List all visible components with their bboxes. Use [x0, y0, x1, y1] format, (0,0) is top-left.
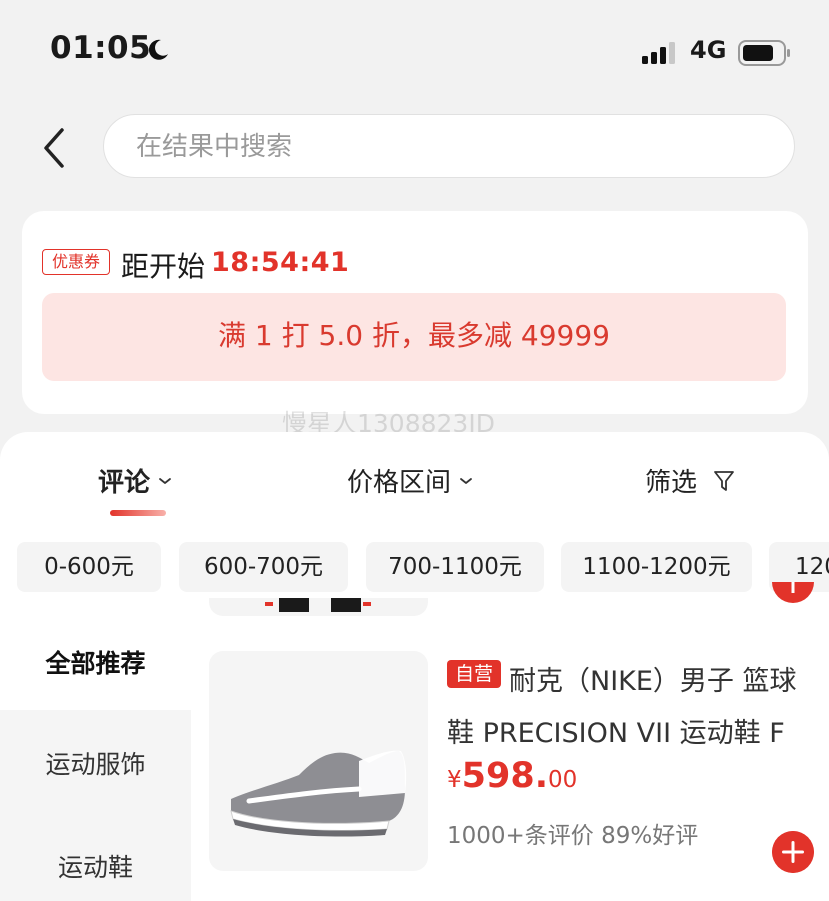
back-arrow-icon[interactable] [38, 124, 72, 172]
add-to-cart-icon[interactable] [772, 831, 814, 873]
product-price: ¥598.00 [447, 756, 577, 796]
self-operated-badge: 自营 [447, 660, 501, 688]
product-title[interactable]: 耐克（NIKE）男子 篮球鞋 PRECISION VII 运动鞋 F [447, 656, 809, 760]
price-integer: 598. [461, 756, 548, 796]
active-tab-indicator [110, 510, 166, 516]
moon-icon [148, 39, 168, 60]
price-chip[interactable]: 600-700元 [179, 542, 348, 592]
search-box[interactable] [103, 114, 795, 178]
price-symbol: ¥ [447, 767, 462, 793]
coupon-card: 优惠券 距开始 18:54:41 满 1 打 5.0 折，最多减 49999 [22, 211, 808, 414]
category-item-all[interactable]: 全部推荐 [0, 644, 191, 680]
category-item-apparel[interactable]: 运动服饰 [0, 745, 191, 781]
price-chip[interactable]: 0-600元 [17, 542, 161, 592]
tab-sort-reviews[interactable]: 评论 [98, 462, 172, 499]
filter-funnel-icon [714, 470, 734, 491]
price-chip[interactable]: 700-1100元 [366, 542, 544, 592]
network-type: 4G [690, 36, 727, 64]
tab-filter[interactable]: 筛选 [645, 462, 735, 499]
status-time: 01:05 [50, 30, 152, 66]
add-to-cart-icon[interactable] [772, 582, 814, 618]
shoe-image [230, 750, 407, 837]
signal-icon [642, 42, 675, 64]
previous-product-image[interactable] [209, 598, 428, 616]
coupon-start-label: 距开始 [121, 250, 206, 283]
coupon-offer[interactable]: 满 1 打 5.0 折，最多减 49999 [42, 293, 786, 381]
chevron-down-icon [460, 477, 472, 484]
tab-price-range[interactable]: 价格区间 [347, 462, 473, 499]
chevron-down-icon [159, 477, 171, 484]
tab-label: 筛选 [645, 468, 698, 498]
search-input[interactable] [134, 129, 738, 165]
price-decimal: 00 [548, 767, 578, 793]
product-reviews: 1000+条评价 89%好评 [447, 823, 699, 849]
price-chip[interactable]: 1100-1200元 [561, 542, 752, 592]
coupon-countdown: 18:54:41 [211, 247, 350, 278]
battery-icon [738, 40, 790, 66]
tab-label: 价格区间 [347, 468, 452, 498]
category-item-shoes[interactable]: 运动鞋 [0, 848, 191, 884]
tab-label: 评论 [98, 468, 151, 498]
coupon-badge: 优惠券 [42, 249, 110, 275]
product-image[interactable] [209, 651, 428, 871]
